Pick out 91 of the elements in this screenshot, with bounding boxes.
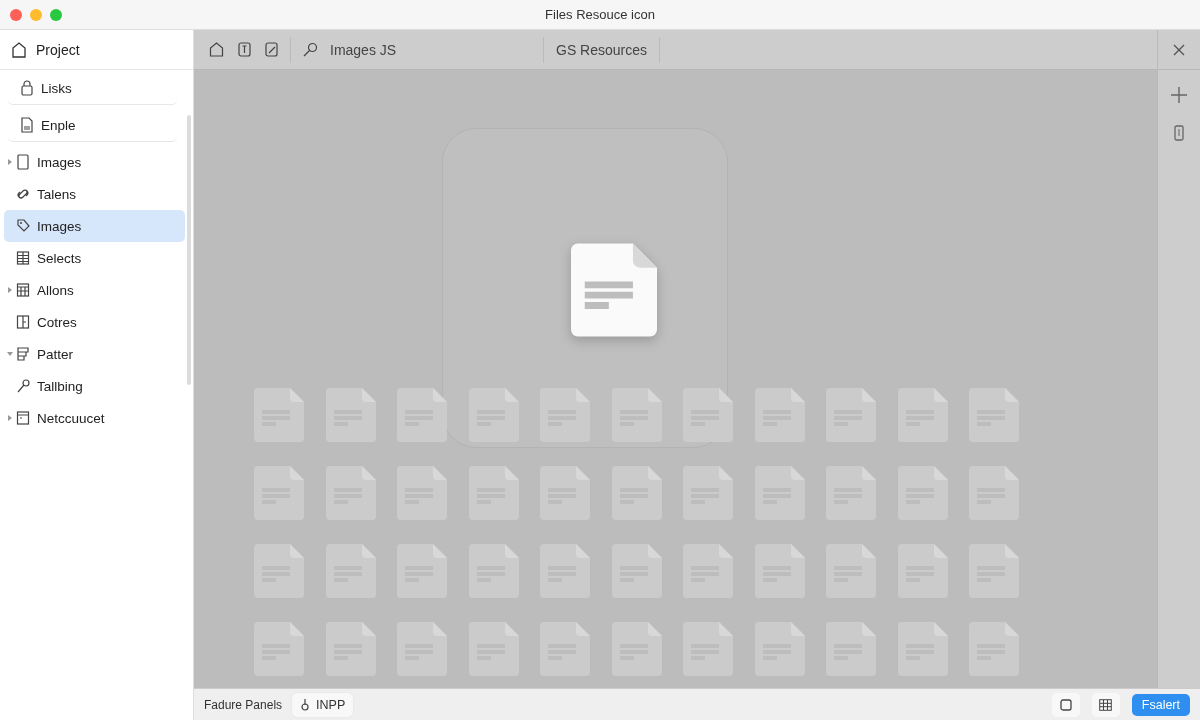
file-icon xyxy=(254,466,304,520)
table-icon xyxy=(16,250,30,266)
document-icon xyxy=(20,117,34,133)
file-icon xyxy=(897,388,948,442)
file-icon xyxy=(468,622,519,676)
grid-view-button[interactable] xyxy=(1091,692,1120,717)
disclosure-arrow-icon[interactable] xyxy=(7,287,13,293)
file-icon xyxy=(611,622,662,676)
file-icon xyxy=(611,544,662,598)
file-icon xyxy=(969,466,1019,520)
stack-icon xyxy=(16,346,30,362)
scrollbar[interactable] xyxy=(187,115,191,385)
disclosure-arrow-icon[interactable] xyxy=(7,159,13,165)
tab[interactable]: GS Resources xyxy=(544,36,661,63)
file-icon xyxy=(254,622,304,676)
sidebar-item[interactable]: Allons xyxy=(4,274,185,306)
file-icon xyxy=(897,544,948,598)
sidebar-item[interactable]: Selects xyxy=(4,242,185,274)
search-field[interactable]: Images JS xyxy=(291,36,544,63)
sidebar-item[interactable]: Images xyxy=(4,146,185,178)
sidebar-item[interactable]: Lisks xyxy=(8,72,177,105)
pin-icon xyxy=(300,698,311,711)
disclosure-arrow-icon[interactable] xyxy=(7,351,13,357)
file-icon xyxy=(611,388,662,442)
file-icon xyxy=(468,388,519,442)
file-icon xyxy=(683,466,733,520)
file-icon xyxy=(826,622,876,676)
file-icon xyxy=(683,388,733,442)
file-icon xyxy=(468,466,519,520)
file-icon xyxy=(397,388,447,442)
file-icon xyxy=(754,544,805,598)
file-icon xyxy=(325,388,376,442)
edit-icon[interactable] xyxy=(265,42,278,57)
file-icon xyxy=(897,466,948,520)
file-icon xyxy=(826,466,876,520)
close-window-button[interactable] xyxy=(10,8,22,21)
sidebar-item[interactable]: Enple xyxy=(8,109,177,142)
file-icon xyxy=(540,622,590,676)
file-icon xyxy=(254,544,304,598)
lock-icon xyxy=(20,80,34,96)
file-icon xyxy=(683,544,733,598)
sidebar-item[interactable]: Netccuucet xyxy=(4,402,185,434)
file-icon xyxy=(397,622,447,676)
tag-icon xyxy=(16,218,30,234)
file-icon xyxy=(540,466,590,520)
file-icon xyxy=(754,466,805,520)
file-icon xyxy=(969,622,1019,676)
plus-icon[interactable] xyxy=(1171,87,1187,103)
page-icon[interactable] xyxy=(238,42,251,57)
file-icon xyxy=(683,622,733,676)
document-icon xyxy=(571,242,657,338)
chip-button[interactable]: INPP xyxy=(292,692,354,717)
file-icon xyxy=(897,622,948,676)
phone-icon[interactable] xyxy=(1174,125,1184,141)
sidebar-item[interactable]: Talens xyxy=(4,178,185,210)
file-icon xyxy=(969,388,1019,442)
house-icon xyxy=(12,41,26,58)
file-icon xyxy=(540,544,590,598)
file-icon xyxy=(826,544,876,598)
file-icon xyxy=(611,466,662,520)
home-icon[interactable] xyxy=(209,42,224,57)
sidebar-item[interactable]: Patter xyxy=(4,338,185,370)
file-icon xyxy=(325,622,376,676)
file-icon xyxy=(254,388,304,442)
file-icon xyxy=(826,388,876,442)
calendar-icon xyxy=(16,282,30,298)
minimize-window-button[interactable] xyxy=(30,8,42,21)
file-icon xyxy=(468,544,519,598)
disclosure-arrow-icon[interactable] xyxy=(7,415,13,421)
file-icon xyxy=(969,544,1019,598)
sidebar-item[interactable]: Cotres xyxy=(4,306,185,338)
window-icon xyxy=(16,410,30,426)
square-icon xyxy=(1059,698,1072,711)
file-icon xyxy=(325,466,376,520)
panel-label: Fadure Panels xyxy=(204,697,283,712)
sidebar-header-label: Project xyxy=(36,41,80,58)
zoom-window-button[interactable] xyxy=(50,8,62,21)
file-icon xyxy=(754,388,805,442)
file-icon xyxy=(754,622,805,676)
square-view-button[interactable] xyxy=(1051,692,1080,717)
file-icon xyxy=(397,466,447,520)
rectangle-icon xyxy=(16,154,30,170)
search-icon xyxy=(303,42,318,57)
window-title: Files Resouce icon xyxy=(545,7,655,22)
file-icon xyxy=(540,388,590,442)
file-icon xyxy=(397,544,447,598)
file-icon xyxy=(325,544,376,598)
panel-icon xyxy=(16,314,30,330)
sidebar-item[interactable]: Images xyxy=(4,210,185,242)
grid-icon xyxy=(1099,698,1113,711)
sidebar-item[interactable]: Tallbing xyxy=(4,370,185,402)
